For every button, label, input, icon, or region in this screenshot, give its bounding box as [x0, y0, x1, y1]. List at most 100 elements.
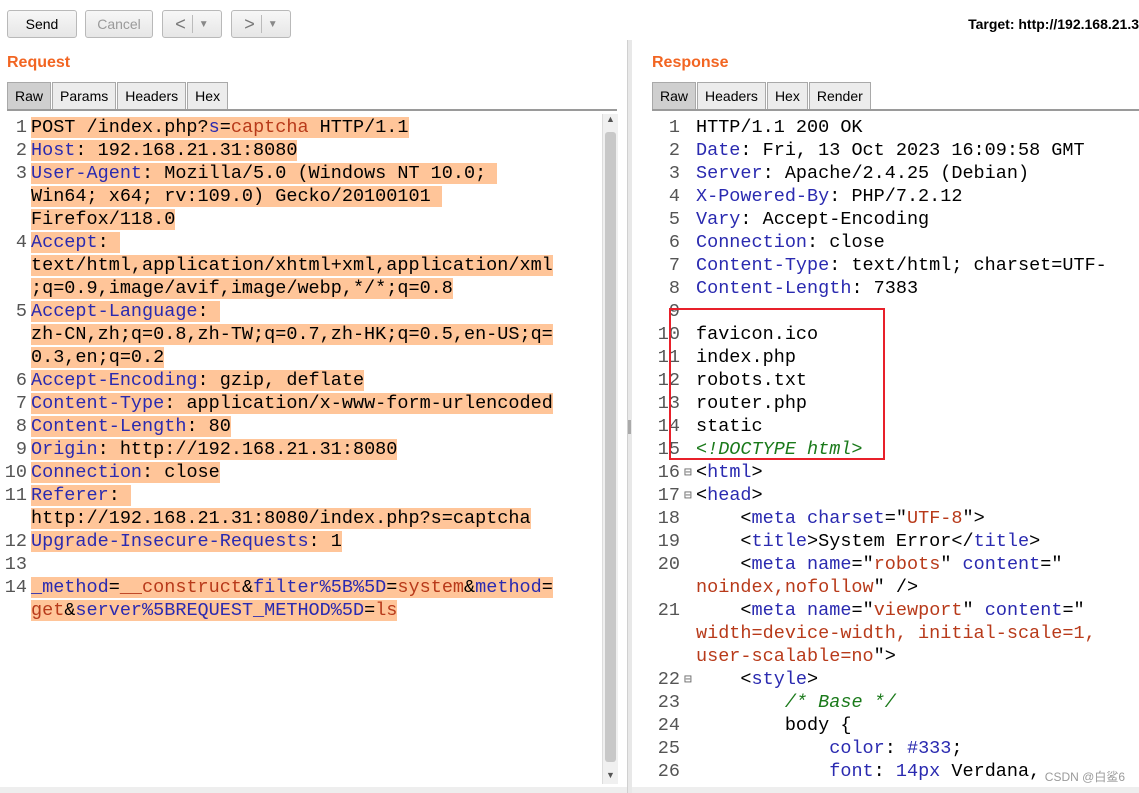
code-token: " — [962, 600, 985, 621]
line-content: <head> — [696, 484, 763, 507]
code-line[interactable]: 4 Accept: — [0, 231, 600, 254]
code-line[interactable]: 17 ⊟ <head> — [643, 484, 1139, 507]
scroll-thumb[interactable] — [605, 132, 616, 762]
code-line[interactable]: 6 Connection: close — [643, 231, 1139, 254]
code-line[interactable]: width=device-width, initial-scale=1, — [643, 622, 1139, 645]
code-token: font — [829, 761, 874, 782]
code-token: __construct — [119, 577, 242, 598]
code-token: name — [807, 600, 852, 621]
code-token: Firefox/118.0 — [31, 209, 176, 230]
cancel-button[interactable]: Cancel — [85, 10, 153, 38]
code-line[interactable]: 19 <title>System Error</title> — [643, 530, 1139, 553]
line-number: 5 — [668, 209, 680, 230]
divider-grip-icon[interactable] — [628, 420, 631, 434]
target-label: Target: http://192.168.21.3 — [968, 16, 1139, 32]
code-token: : PHP/7.2.12 — [829, 186, 963, 207]
code-line[interactable]: text/html,application/xhtml+xml,applicat… — [0, 254, 600, 277]
forward-button[interactable]: > ▼ — [231, 10, 291, 38]
request-scrollbar[interactable]: ▲ ▼ — [602, 114, 618, 784]
code-line[interactable]: 9 Origin: http://192.168.21.31:8080 — [0, 438, 600, 461]
code-line[interactable]: get&server%5BREQUEST_METHOD%5D=ls — [0, 599, 600, 622]
code-line[interactable]: 16 ⊟ <html> — [643, 461, 1139, 484]
chevron-down-icon[interactable]: ▼ — [268, 19, 278, 30]
request-tabs: Raw Params Headers Hex — [7, 82, 229, 109]
code-line[interactable]: 6 Accept-Encoding: gzip, deflate — [0, 369, 600, 392]
code-token: : — [873, 761, 896, 782]
code-line[interactable]: 2 Host: 192.168.21.31:8080 — [0, 139, 600, 162]
code-line[interactable]: 1 POST /index.php?s=captcha HTTP/1.1 — [0, 116, 600, 139]
code-line[interactable]: 21 <meta name="viewport" content=" — [643, 599, 1139, 622]
code-line[interactable]: 13 — [0, 553, 600, 576]
code-token: =" — [884, 508, 907, 529]
code-line[interactable]: 25 color: #333; — [643, 737, 1139, 760]
tab-hex[interactable]: Hex — [187, 82, 229, 109]
code-line[interactable]: 3 User-Agent: Mozilla/5.0 (Windows NT 10.… — [0, 162, 600, 185]
scroll-up-icon[interactable]: ▲ — [603, 114, 618, 128]
tab-raw[interactable]: Raw — [652, 82, 697, 109]
code-line[interactable]: 8 Content-Length: 7383 — [643, 277, 1139, 300]
code-line[interactable]: 22 ⊟ <style> — [643, 668, 1139, 691]
tab-params[interactable]: Params — [52, 82, 117, 109]
code-line[interactable]: 7 Content-Type: application/x-www-form-ur… — [0, 392, 600, 415]
code-line[interactable]: 12 Upgrade-Insecure-Requests: 1 — [0, 530, 600, 553]
line-content: ;q=0.9,image/avif,image/webp,*/*;q=0.8 — [31, 277, 453, 300]
code-line[interactable]: 23 /* Base */ — [643, 691, 1139, 714]
code-line[interactable]: Firefox/118.0 — [0, 208, 600, 231]
back-button[interactable]: < ▼ — [162, 10, 222, 38]
code-line[interactable]: 8 Content-Length: 80 — [0, 415, 600, 438]
code-line[interactable]: 14 _method=__construct&filter%5B%5D=syste… — [0, 576, 600, 599]
code-token: =" — [851, 554, 874, 575]
code-token: content — [984, 600, 1063, 621]
code-line[interactable]: user-scalable=no"> — [643, 645, 1139, 668]
code-line[interactable]: 20 <meta name="robots" content=" — [643, 553, 1139, 576]
code-line[interactable]: 24 body { — [643, 714, 1139, 737]
code-line[interactable]: 18 <meta charset="UTF-8"> — [643, 507, 1139, 530]
line-number: 3 — [668, 163, 680, 184]
request-editor[interactable]: 1 POST /index.php?s=captcha HTTP/1.1 2 Host… — [0, 116, 600, 622]
code-line[interactable]: Win64; x64; rv:109.0) Gecko/20100101 — [0, 185, 600, 208]
code-token: < — [696, 531, 752, 552]
code-token: Verdana, — [940, 761, 1041, 782]
tab-hex[interactable]: Hex — [766, 82, 808, 109]
chevron-down-icon[interactable]: ▼ — [199, 19, 209, 30]
line-number: 13 — [4, 554, 27, 575]
tab-headers[interactable]: Headers — [697, 82, 766, 109]
code-token: Server — [696, 163, 763, 184]
line-number: 11 — [4, 485, 27, 506]
line-number — [0, 277, 31, 300]
code-token: 0.3,en;q=0.2 — [31, 347, 165, 368]
tab-raw[interactable]: Raw — [7, 82, 52, 109]
scroll-down-icon[interactable]: ▼ — [603, 770, 618, 784]
code-line[interactable]: ;q=0.9,image/avif,image/webp,*/*;q=0.8 — [0, 277, 600, 300]
code-line[interactable]: 10 Connection: close — [0, 461, 600, 484]
code-line[interactable]: 2 Date: Fri, 13 Oct 2023 16:09:58 GMT — [643, 139, 1139, 162]
response-title: Response — [652, 54, 729, 71]
code-token: Content-Type — [696, 255, 830, 276]
fold-toggle-icon — [684, 254, 696, 277]
panel-divider[interactable] — [627, 40, 632, 793]
code-line[interactable]: 3 Server: Apache/2.4.25 (Debian) — [643, 162, 1139, 185]
fold-toggle-icon[interactable]: ⊟ — [684, 668, 696, 691]
code-line[interactable]: 5 Accept-Language: — [0, 300, 600, 323]
fold-toggle-icon — [684, 553, 696, 576]
line-content: <meta charset="UTF-8"> — [696, 507, 984, 530]
code-line[interactable]: zh-CN,zh;q=0.8,zh-TW;q=0.7,zh-HK;q=0.5,e… — [0, 323, 600, 346]
tab-headers[interactable]: Headers — [117, 82, 187, 109]
code-line[interactable]: 1 HTTP/1.1 200 OK — [643, 116, 1139, 139]
tab-render[interactable]: Render — [808, 82, 871, 109]
code-line[interactable]: 7 Content-Type: text/html; charset=UTF- — [643, 254, 1139, 277]
code-line[interactable]: 5 Vary: Accept-Encoding — [643, 208, 1139, 231]
code-line[interactable]: noindex,nofollow" /> — [643, 576, 1139, 599]
fold-toggle-icon[interactable]: ⊟ — [684, 461, 696, 484]
line-number: 1 — [668, 117, 680, 138]
code-line[interactable]: 4 X-Powered-By: PHP/7.2.12 — [643, 185, 1139, 208]
fold-toggle-icon[interactable]: ⊟ — [684, 484, 696, 507]
code-line[interactable]: 0.3,en;q=0.2 — [0, 346, 600, 369]
code-token: #333 — [906, 738, 952, 759]
code-line[interactable]: 11 Referer: — [0, 484, 600, 507]
send-button[interactable]: Send — [7, 10, 77, 38]
code-line[interactable]: http://192.168.21.31:8080/index.php?s=ca… — [0, 507, 600, 530]
